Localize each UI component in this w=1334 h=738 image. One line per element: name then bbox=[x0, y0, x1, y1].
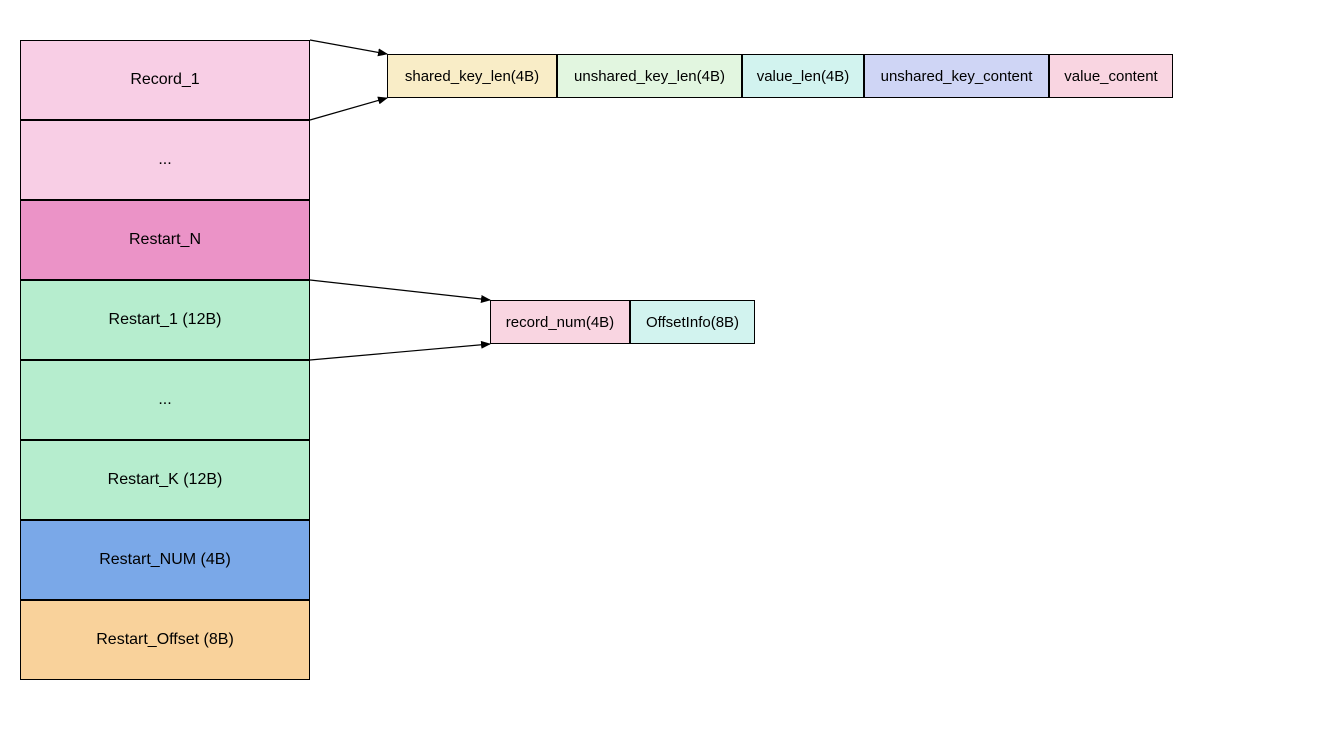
label: value_len(4B) bbox=[757, 68, 850, 85]
main-restart-n: Restart_N bbox=[20, 200, 310, 280]
label: value_content bbox=[1064, 68, 1157, 85]
main-restart-offset: Restart_Offset (8B) bbox=[20, 600, 310, 680]
detail-value-content: value_content bbox=[1049, 54, 1173, 98]
label: OffsetInfo(8B) bbox=[646, 314, 739, 331]
label: Record_1 bbox=[130, 71, 199, 89]
arrow-record-top bbox=[310, 40, 387, 54]
label: Restart_NUM (4B) bbox=[99, 551, 231, 569]
label: shared_key_len(4B) bbox=[405, 68, 539, 85]
label: ... bbox=[158, 391, 171, 409]
label: Restart_Offset (8B) bbox=[96, 631, 234, 649]
label: ... bbox=[158, 151, 171, 169]
arrow-record-bottom bbox=[310, 98, 387, 120]
main-record-1: Record_1 bbox=[20, 40, 310, 120]
detail-unshared-key-content: unshared_key_content bbox=[864, 54, 1049, 98]
detail-record-num: record_num(4B) bbox=[490, 300, 630, 344]
main-restart-k: Restart_K (12B) bbox=[20, 440, 310, 520]
main-record-ellipsis: ... bbox=[20, 120, 310, 200]
detail-shared-key-len: shared_key_len(4B) bbox=[387, 54, 557, 98]
label: Restart_1 (12B) bbox=[109, 311, 222, 329]
main-restart-ellipsis: ... bbox=[20, 360, 310, 440]
label: Restart_K (12B) bbox=[108, 471, 223, 489]
arrow-restart-bottom bbox=[310, 344, 490, 360]
label: record_num(4B) bbox=[506, 314, 614, 331]
main-restart-1: Restart_1 (12B) bbox=[20, 280, 310, 360]
label: Restart_N bbox=[129, 231, 201, 249]
detail-value-len: value_len(4B) bbox=[742, 54, 864, 98]
detail-offset-info: OffsetInfo(8B) bbox=[630, 300, 755, 344]
main-restart-num: Restart_NUM (4B) bbox=[20, 520, 310, 600]
label: unshared_key_content bbox=[881, 68, 1033, 85]
detail-unshared-key-len: unshared_key_len(4B) bbox=[557, 54, 742, 98]
label: unshared_key_len(4B) bbox=[574, 68, 725, 85]
arrow-restart-top bbox=[310, 280, 490, 300]
